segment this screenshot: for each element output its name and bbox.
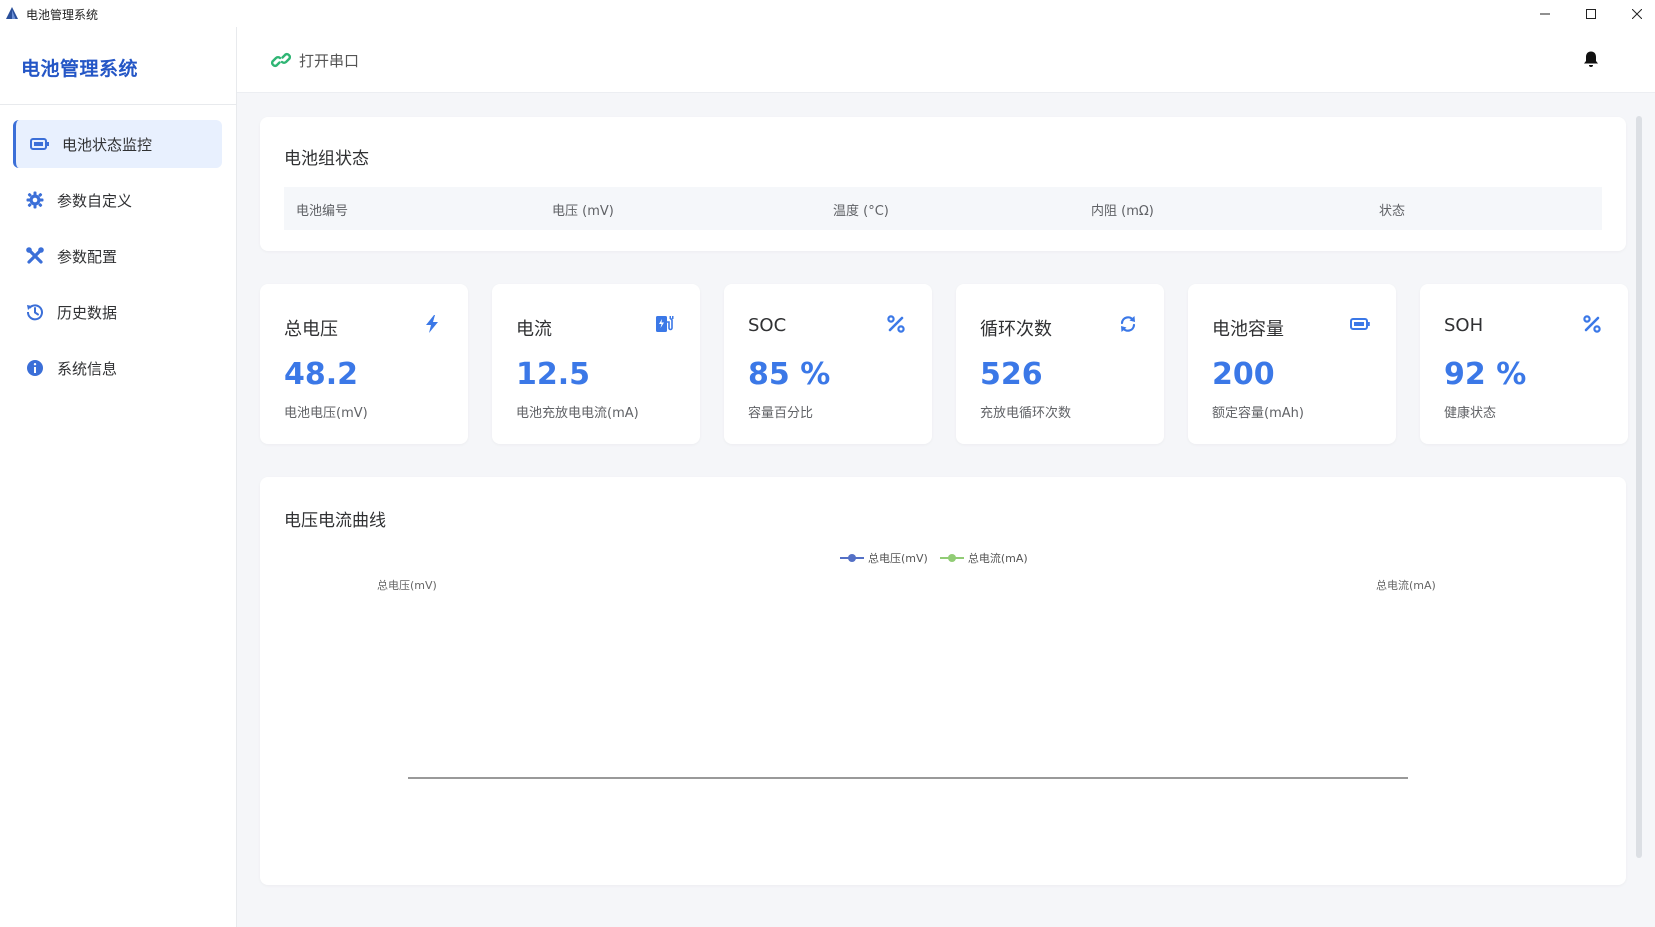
metric-card-soh: SOH 92 % 健康状态: [1420, 284, 1628, 444]
metric-card-soc: SOC 85 % 容量百分比: [724, 284, 932, 444]
metric-value: 200: [1212, 357, 1275, 392]
info-icon: [25, 358, 45, 378]
metric-value: 85 %: [748, 357, 831, 392]
window-title: 电池管理系统: [26, 8, 99, 22]
metric-value: 526: [980, 357, 1043, 392]
app-window: 电池管理系统 电池管理系统 电池状态监控 参数自定义 参数配置 历史数据 系统信…: [0, 0, 1655, 927]
column-header-voltage[interactable]: 电压 (mV): [552, 200, 614, 219]
sidebar-item-param-config[interactable]: 参数配置: [13, 232, 222, 280]
brand-area: 电池管理系统: [0, 27, 236, 105]
column-header-status[interactable]: 状态: [1379, 200, 1405, 219]
top-header: 打开串口: [237, 27, 1655, 93]
sidebar-item-label: 历史数据: [57, 303, 118, 322]
metric-title: SOH: [1444, 315, 1484, 336]
close-icon: [1632, 8, 1642, 19]
column-header-id[interactable]: 电池编号: [296, 200, 348, 219]
metric-subtitle: 电池充放电电流(mA): [516, 406, 639, 421]
maximize-button[interactable]: [1568, 0, 1614, 27]
metric-card-cycle-count: 循环次数 526 充放电循环次数: [956, 284, 1164, 444]
percent-icon: [887, 315, 905, 333]
sidebar-item-system-info[interactable]: 系统信息: [13, 344, 222, 392]
battery-icon: [30, 134, 50, 154]
refresh-icon: [1120, 316, 1136, 332]
metric-card-current: 电流 12.5 电池充放电电流(mA): [492, 284, 700, 444]
charging-station-icon: [656, 316, 674, 332]
bell-icon[interactable]: [1582, 50, 1600, 68]
metric-value: 48.2: [284, 357, 359, 392]
column-header-resistance[interactable]: 内阻 (mΩ): [1091, 200, 1154, 219]
metric-card-capacity: 电池容量 200 额定容量(mAh): [1188, 284, 1396, 444]
open-serial-button[interactable]: 打开串口: [271, 47, 359, 73]
minimize-icon: [1540, 13, 1550, 14]
bolt-icon: [426, 315, 438, 333]
tools-icon: [25, 246, 45, 266]
battery-table-header: 电池编号 电压 (mV) 温度 (°C) 内阻 (mΩ) 状态: [284, 187, 1602, 230]
metric-title: 电流: [516, 319, 552, 340]
voltage-current-chart-card: 电压电流曲线 总电压(mV) 总电流(mA) 总电压(mV) 总电流(mA): [260, 477, 1626, 885]
app-logo-icon: [6, 7, 18, 19]
sidebar-item-label: 电池状态监控: [62, 135, 153, 154]
close-button[interactable]: [1614, 0, 1655, 27]
metric-value: 12.5: [516, 357, 591, 392]
metric-value: 92 %: [1444, 357, 1527, 392]
battery-icon: [1350, 318, 1370, 330]
sidebar-item-param-custom[interactable]: 参数自定义: [13, 176, 222, 224]
brand-title: 电池管理系统: [21, 58, 139, 80]
minimize-button[interactable]: [1522, 0, 1568, 27]
maximize-icon: [1586, 8, 1596, 19]
sidebar-item-label: 参数自定义: [57, 191, 133, 210]
history-icon: [25, 302, 45, 322]
sidebar-item-history[interactable]: 历史数据: [13, 288, 222, 336]
link-icon: [271, 53, 291, 67]
sidebar-menu: 电池状态监控 参数自定义 参数配置 历史数据 系统信息: [0, 120, 236, 400]
sidebar-item-battery-monitor[interactable]: 电池状态监控: [13, 120, 222, 168]
metric-subtitle: 充放电循环次数: [980, 406, 1072, 421]
metric-subtitle: 健康状态: [1444, 406, 1497, 421]
metric-title: 总电压: [284, 319, 338, 340]
metric-title: 循环次数: [980, 319, 1052, 340]
metric-subtitle: 电池电压(mV): [284, 406, 368, 421]
metric-card-total-voltage: 总电压 48.2 电池电压(mV): [260, 284, 468, 444]
metric-subtitle: 容量百分比: [748, 406, 814, 421]
column-header-temperature[interactable]: 温度 (°C): [833, 200, 889, 219]
percent-icon: [1583, 315, 1601, 333]
battery-pack-title: 电池组状态: [284, 149, 369, 169]
main-content: 电池组状态 电池编号 电压 (mV) 温度 (°C) 内阻 (mΩ) 状态 总电…: [237, 93, 1655, 927]
gear-icon: [25, 190, 45, 210]
open-serial-label: 打开串口: [299, 51, 360, 70]
metric-subtitle: 额定容量(mAh): [1212, 406, 1304, 421]
chart-plot-area: [408, 777, 1408, 779]
sidebar-item-label: 系统信息: [57, 359, 118, 378]
sidebar: 电池管理系统 电池状态监控 参数自定义 参数配置 历史数据 系统信息: [0, 27, 237, 927]
battery-pack-status-card: 电池组状态 电池编号 电压 (mV) 温度 (°C) 内阻 (mΩ) 状态: [260, 117, 1626, 251]
metric-title: SOC: [748, 315, 787, 336]
vertical-scrollbar[interactable]: [1636, 116, 1642, 858]
sidebar-item-label: 参数配置: [57, 247, 118, 266]
title-bar: 电池管理系统: [0, 0, 1655, 27]
metric-title: 电池容量: [1212, 319, 1284, 340]
